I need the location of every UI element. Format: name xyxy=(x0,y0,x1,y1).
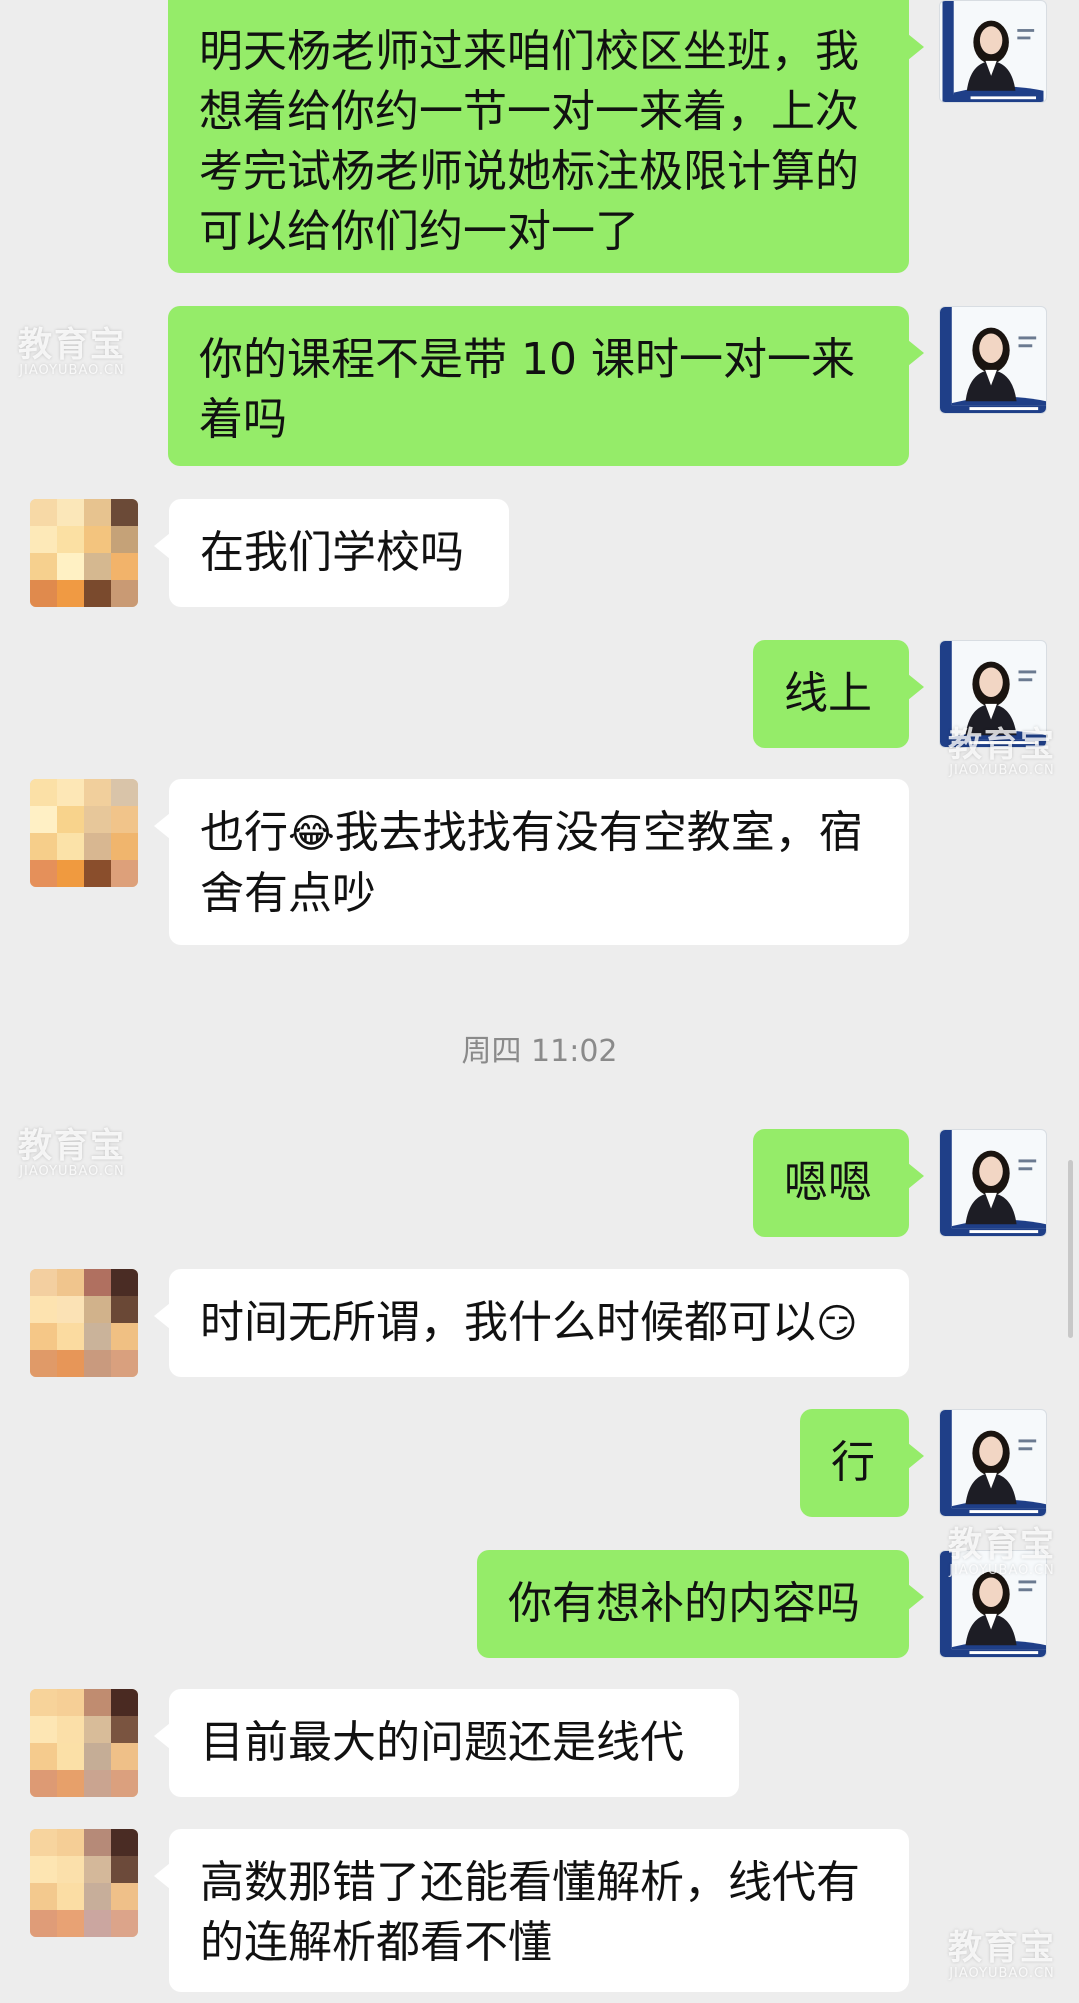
tears-of-joy-emoji-icon: 😂 xyxy=(288,811,335,857)
message-bubble-outgoing[interactable]: 线上 xyxy=(753,640,924,748)
message-bubble-incoming[interactable]: 目前最大的问题还是线代 xyxy=(154,1689,739,1797)
message-bubble-outgoing[interactable]: 行 xyxy=(800,1409,924,1517)
message-text: 明天杨老师过来咱们校区坐班，我想着给你约一节一对一来着，上次考完试杨老师说她标注… xyxy=(199,26,859,257)
avatar[interactable] xyxy=(30,1829,138,1937)
watermark: 教育宝 JIAOYUBAO.CN xyxy=(948,725,1056,778)
message-text: 线上 xyxy=(784,668,872,719)
message-text: 目前最大的问题还是线代 xyxy=(200,1717,684,1768)
message-text: 你的课程不是带 10 课时一对一来着吗 xyxy=(199,334,855,445)
message-text: 时间无所谓，我什么时候都可以 xyxy=(200,1297,816,1348)
scrollbar[interactable] xyxy=(1068,1160,1073,1338)
message-text: 嗯嗯 xyxy=(784,1157,872,1208)
message-text: 行 xyxy=(831,1437,875,1488)
message-bubble-outgoing[interactable]: 你的课程不是带 10 课时一对一来着吗 xyxy=(168,306,924,466)
message-bubble-incoming[interactable]: 高数那错了还能看懂解析，线代有的连解析都看不懂 xyxy=(154,1829,909,1992)
teacher-photo-icon xyxy=(942,1,1044,102)
avatar[interactable] xyxy=(30,499,138,607)
avatar[interactable] xyxy=(939,0,1047,103)
message-bubble-incoming[interactable]: 在我们学校吗 xyxy=(154,499,509,607)
avatar[interactable] xyxy=(939,1409,1047,1517)
timestamp: 周四 11:02 xyxy=(461,1034,618,1069)
message-bubble-incoming[interactable]: 也行😂我去找找有没有空教室，宿舍有点吵 xyxy=(154,779,909,945)
teacher-photo-icon xyxy=(940,1130,1046,1236)
message-text: 在我们学校吗 xyxy=(200,527,464,578)
watermark: 教育宝 JIAOYUBAO.CN xyxy=(948,1525,1056,1578)
avatar[interactable] xyxy=(939,306,1047,414)
watermark: 教育宝 JIAOYUBAO.CN xyxy=(948,1928,1056,1981)
smirking-face-emoji-icon: 😏 xyxy=(816,1301,858,1347)
avatar[interactable] xyxy=(30,1689,138,1797)
message-bubble-outgoing[interactable]: 嗯嗯 xyxy=(753,1129,924,1237)
teacher-photo-icon xyxy=(940,1410,1046,1516)
teacher-photo-icon xyxy=(940,307,1046,413)
message-bubble-outgoing[interactable]: 你有想补的内容吗 xyxy=(477,1550,924,1658)
watermark: 教育宝 JIAOYUBAO.CN xyxy=(18,1126,126,1179)
avatar[interactable] xyxy=(939,1129,1047,1237)
message-text: 你有想补的内容吗 xyxy=(508,1578,860,1629)
message-bubble-outgoing[interactable]: 明天杨老师过来咱们校区坐班，我想着给你约一节一对一来着，上次考完试杨老师说她标注… xyxy=(168,0,924,273)
message-text: 也行 xyxy=(200,807,288,858)
watermark: 教育宝 JIAOYUBAO.CN xyxy=(18,325,126,378)
avatar[interactable] xyxy=(30,1269,138,1377)
avatar[interactable] xyxy=(30,779,138,887)
message-text: 高数那错了还能看懂解析，线代有的连解析都看不懂 xyxy=(200,1857,860,1968)
message-bubble-incoming[interactable]: 时间无所谓，我什么时候都可以😏 xyxy=(154,1269,909,1377)
